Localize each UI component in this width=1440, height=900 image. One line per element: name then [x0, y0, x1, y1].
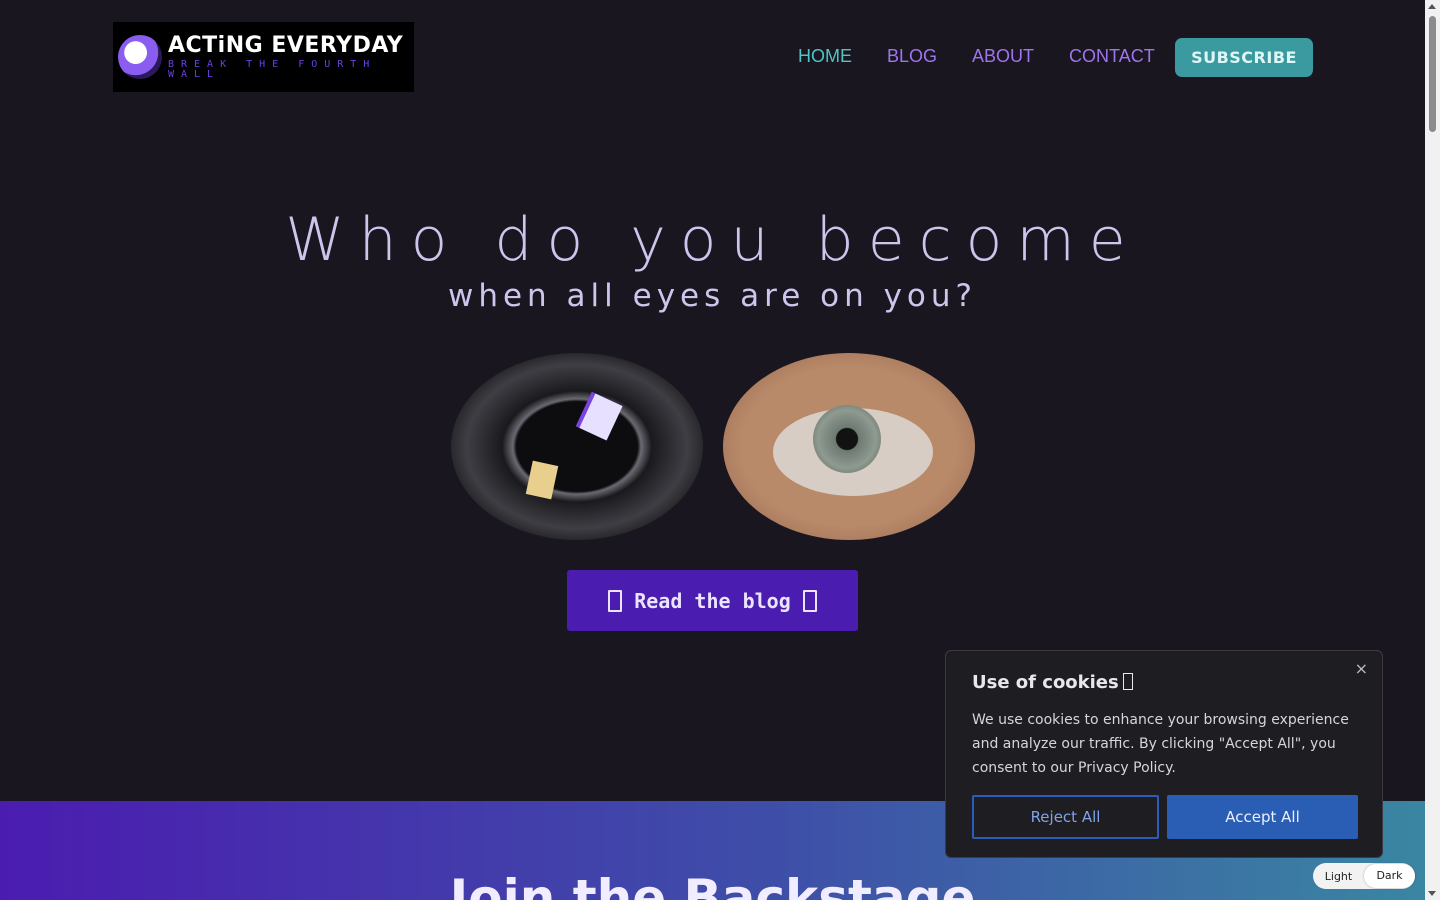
theme-dark-option[interactable]: Dark [1364, 864, 1415, 888]
scroll-up-icon[interactable] [1428, 4, 1436, 9]
hero-subtitle: when all eyes are on you? [447, 278, 977, 314]
reject-all-button[interactable]: Reject All [972, 795, 1159, 839]
cookie-text: We use cookies to enhance your browsing … [972, 712, 1349, 776]
scrollbar[interactable] [1425, 0, 1440, 900]
hero-title: Who do you become [285, 205, 1140, 275]
read-blog-button[interactable]: Read the blog [567, 570, 858, 631]
theme-toggle[interactable]: Light Dark [1313, 863, 1415, 889]
nav-about[interactable]: ABOUT [972, 46, 1034, 67]
camera-lens-image [451, 353, 703, 540]
logo-mask-icon [118, 35, 162, 79]
accept-all-button[interactable]: Accept All [1167, 795, 1358, 839]
cookie-dialog: × Use of cookies We use cookies to enhan… [945, 650, 1383, 858]
book-icon [608, 589, 623, 612]
nav-contact[interactable]: CONTACT [1069, 46, 1155, 67]
nav-home[interactable]: HOME [798, 46, 852, 67]
arrow-icon [802, 589, 817, 612]
cookie-icon [1122, 673, 1133, 690]
logo-tagline: BREAK THE FOURTH WALL [168, 58, 377, 80]
subscribe-button[interactable]: SUBSCRIBE [1175, 38, 1313, 77]
close-icon[interactable]: × [1355, 659, 1368, 678]
scroll-down-icon[interactable] [1428, 891, 1436, 896]
theme-light-option[interactable]: Light [1313, 870, 1364, 883]
read-blog-label: Read the blog [634, 588, 791, 613]
scroll-thumb[interactable] [1429, 16, 1436, 132]
logo-title: ACTiNG EVERYDAY [168, 32, 404, 58]
human-eye-image [723, 353, 975, 540]
backstage-title: Join the Backstage [449, 869, 976, 900]
main-nav: HOME BLOG ABOUT CONTACT [798, 46, 1155, 67]
nav-blog[interactable]: BLOG [887, 46, 937, 67]
site-logo[interactable]: ACTiNG EVERYDAY BREAK THE FOURTH WALL [113, 22, 414, 92]
cookie-title: Use of cookies [972, 672, 1133, 693]
